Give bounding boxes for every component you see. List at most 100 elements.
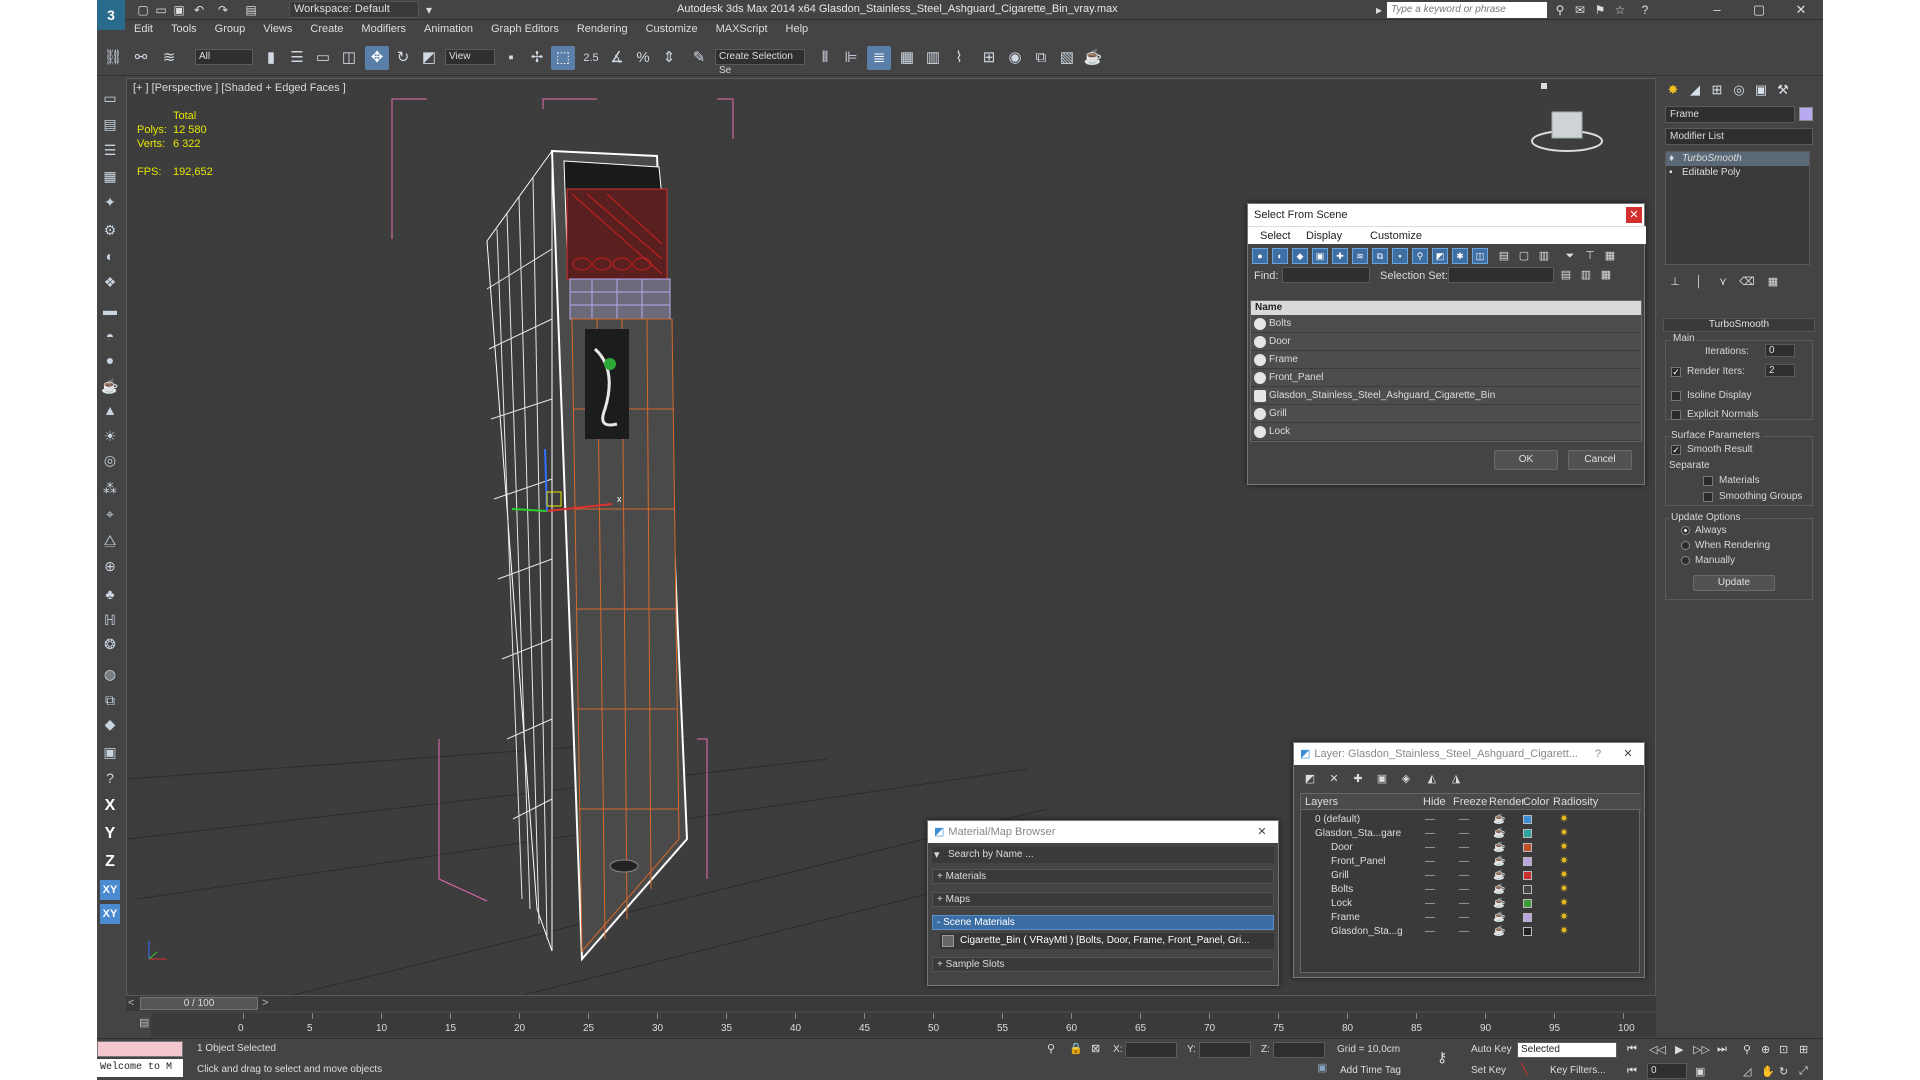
menu-animation[interactable]: Animation	[415, 21, 482, 37]
menu-modifiers[interactable]: Modifiers	[352, 21, 415, 37]
zoom-all-icon[interactable]: ⊕	[1761, 1043, 1770, 1056]
zoom-icon[interactable]: ⚲	[1743, 1043, 1751, 1056]
layer-color-swatch[interactable]	[1523, 857, 1532, 866]
rendered-frame-window-icon[interactable]: ▧	[1055, 46, 1079, 70]
sound-icon[interactable]: ◐	[99, 246, 121, 266]
select-object-icon[interactable]: ▮	[259, 46, 283, 70]
render-setup-icon[interactable]: ⧉	[1029, 46, 1053, 70]
workspace-dropdown[interactable]: Workspace: Default	[289, 1, 419, 18]
expand-icon[interactable]: ▪	[1669, 166, 1673, 180]
layer-color-swatch[interactable]	[1523, 927, 1532, 936]
stack-item-turbosmooth[interactable]: ♦ TurboSmooth	[1666, 152, 1809, 166]
current-frame-field[interactable]: 0	[1647, 1063, 1687, 1079]
filter-lights-icon[interactable]: ◆	[1292, 248, 1308, 264]
prev-frame-icon[interactable]: <	[128, 997, 134, 1009]
list-item[interactable]: Lock	[1251, 423, 1641, 441]
edit-named-selection-icon[interactable]: ✎	[687, 46, 711, 70]
plant-icon[interactable]: ♣	[99, 584, 121, 604]
prev-key-icon[interactable]: ◁◁	[1649, 1043, 1666, 1056]
menu-graph-editors[interactable]: Graph Editors	[482, 21, 568, 37]
teapot-icon[interactable]: ☕	[99, 376, 121, 396]
radiosity-bulb-icon[interactable]: ✷	[1557, 812, 1571, 826]
filter-hidden-icon[interactable]: ◫	[1472, 248, 1488, 264]
sample-slots-section[interactable]: + Sample Slots	[932, 957, 1274, 972]
layer-color-swatch[interactable]	[1523, 871, 1532, 880]
sun-icon[interactable]: ☀	[99, 426, 121, 446]
menu-rendering[interactable]: Rendering	[568, 21, 637, 37]
select-all-icon[interactable]: ▤	[1496, 248, 1512, 264]
isoline-checkbox[interactable]	[1671, 391, 1681, 401]
col-freeze[interactable]: Freeze	[1453, 796, 1487, 808]
selection-filter-dropdown[interactable]: All	[195, 49, 253, 65]
orbit-icon[interactable]: ↻	[1779, 1065, 1788, 1078]
layer-manager-icon[interactable]: ▦	[895, 46, 919, 70]
always-radio[interactable]	[1681, 526, 1690, 535]
zoom-extents-icon[interactable]: ⊡	[1779, 1043, 1788, 1056]
communication-icon[interactable]: ⚑	[1592, 2, 1608, 18]
select-scale-icon[interactable]: ◩	[417, 46, 441, 70]
app-logo-icon[interactable]: 3	[97, 0, 125, 30]
named-selection-dropdown[interactable]: Create Selection Se	[715, 49, 805, 76]
search-arrow-icon[interactable]: ▸	[1371, 2, 1387, 18]
search-input[interactable]: Search by Name ...	[948, 849, 1034, 860]
container-icon[interactable]: ▭	[99, 88, 121, 108]
filter-groups-icon[interactable]: ⧉	[1372, 248, 1388, 264]
vray-icon[interactable]: ◆	[99, 714, 121, 734]
select-invert-icon[interactable]: ▥	[1536, 248, 1552, 264]
layer-color-swatch[interactable]	[1523, 913, 1532, 922]
scene-explorer-icon[interactable]: ≣	[867, 46, 891, 70]
menu-views[interactable]: Views	[254, 21, 301, 37]
select-manipulate-icon[interactable]: ✢	[525, 46, 549, 70]
maximize-button[interactable]: ▢	[1739, 0, 1779, 20]
weld-icon[interactable]: ⚙	[99, 220, 121, 240]
object-list-icon[interactable]: ☰	[99, 140, 121, 160]
cloth-icon[interactable]: ❂	[99, 634, 121, 654]
highlight-layer-icon[interactable]: ◈	[1398, 771, 1414, 787]
select-none-icon[interactable]: ▢	[1516, 248, 1532, 264]
menu-create[interactable]: Create	[301, 21, 352, 37]
render-sphere-icon[interactable]: ◍	[99, 664, 121, 684]
configure-sets-icon[interactable]: ▦	[1765, 274, 1781, 290]
lightbulb-icon[interactable]: ♦	[1669, 152, 1674, 166]
col-color[interactable]: Color	[1523, 796, 1549, 808]
delete-layer-icon[interactable]: ✕	[1326, 771, 1342, 787]
key-mode-icon[interactable]: ⏮	[1627, 1065, 1637, 1078]
percent-snap-icon[interactable]: %	[631, 46, 655, 70]
filter-spacewarps-icon[interactable]: ≋	[1352, 248, 1368, 264]
set-key-button[interactable]: Set Key	[1471, 1065, 1506, 1076]
minimize-button[interactable]: –	[1697, 0, 1737, 20]
close-icon[interactable]: ✕	[1626, 207, 1642, 223]
graphite-ribbon-icon[interactable]: ▥	[921, 46, 945, 70]
hair-icon[interactable]: ℍ	[99, 610, 121, 630]
render-production-icon[interactable]: ☕	[1081, 46, 1105, 70]
particles-icon[interactable]: ⁂	[99, 478, 121, 498]
materials-section[interactable]: + Materials	[932, 869, 1274, 884]
col-render[interactable]: Render	[1489, 796, 1525, 808]
group-icon[interactable]: ❖	[99, 272, 121, 292]
explicit-normals-checkbox[interactable]	[1671, 410, 1681, 420]
menu-customize[interactable]: Customize	[1370, 230, 1422, 242]
open-file-icon[interactable]: ▭	[153, 2, 169, 18]
keyboard-shortcut-override-icon[interactable]: ⬚	[551, 46, 575, 70]
select-objects-icon[interactable]: ▣	[1374, 771, 1390, 787]
freeze-toggle[interactable]: —	[1459, 923, 1469, 940]
hierarchy-filter-icon[interactable]: ⊤	[1582, 248, 1598, 264]
pivot-center-icon[interactable]: ▪	[499, 46, 523, 70]
cone-icon[interactable]: ▲	[99, 400, 121, 420]
menu-select[interactable]: Select	[1260, 230, 1291, 242]
render-iters-checkbox[interactable]: ✓	[1671, 367, 1681, 377]
close-button[interactable]: ✕	[1781, 0, 1821, 20]
cancel-button[interactable]: Cancel	[1568, 450, 1632, 470]
col-hide[interactable]: Hide	[1423, 796, 1446, 808]
subscription-icon[interactable]: ✉	[1572, 2, 1588, 18]
filter-frozen-icon[interactable]: ✱	[1452, 248, 1468, 264]
help-icon[interactable]: ?	[1590, 746, 1606, 762]
time-slider[interactable]: < 0 / 100 >	[126, 995, 1656, 1011]
axis-x-button[interactable]: X	[100, 796, 120, 816]
radiosity-bulb-icon[interactable]: ✷	[1557, 868, 1571, 882]
filter-bones-icon[interactable]: ⚲	[1412, 248, 1428, 264]
close-icon[interactable]: ✕	[1254, 824, 1270, 840]
save-file-icon[interactable]: ▣	[171, 2, 187, 18]
light-bulb-icon[interactable]: ✦	[99, 192, 121, 212]
goto-end-icon[interactable]: ⏭	[1717, 1043, 1727, 1056]
